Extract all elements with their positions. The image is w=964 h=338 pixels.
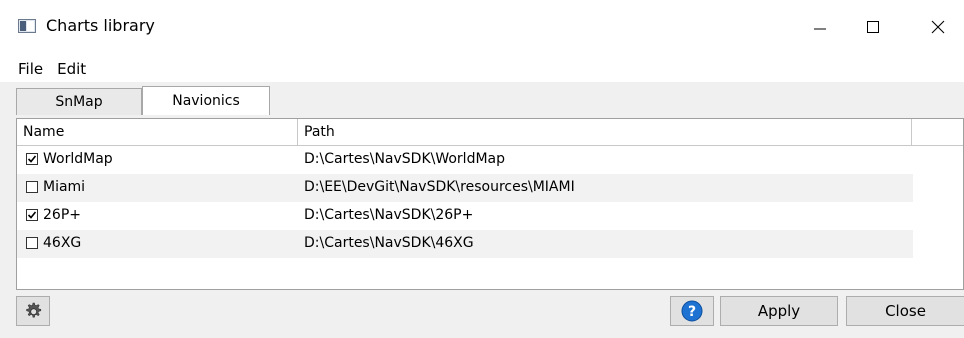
gear-icon (26, 302, 42, 318)
row-checkbox[interactable] (26, 181, 38, 193)
close-icon (931, 20, 945, 34)
checkmark-icon (27, 155, 37, 163)
row-name: 26P+ (43, 207, 81, 223)
row-path: D:\Cartes\NavSDK\46XG (304, 235, 474, 251)
tab-snmap[interactable]: SnMap (16, 88, 142, 115)
row-checkbox[interactable] (26, 153, 38, 165)
table-header: Name Path (17, 119, 963, 146)
main-panel: SnMap Navionics Name Path WorldMap D:\Ca… (0, 82, 964, 338)
menu-file[interactable]: File (12, 60, 49, 78)
window-title: Charts library (46, 16, 155, 35)
apply-button[interactable]: Apply (720, 296, 838, 326)
settings-button[interactable] (16, 296, 50, 326)
app-window-icon (18, 19, 36, 33)
svg-text:?: ? (688, 304, 696, 320)
column-header-extra[interactable] (912, 119, 963, 145)
row-path: D:\Cartes\NavSDK\WorldMap (304, 151, 506, 167)
row-name: Miami (43, 179, 86, 195)
row-path: D:\Cartes\NavSDK\26P+ (304, 207, 474, 223)
row-name: 46XG (43, 235, 82, 251)
maximize-icon (867, 21, 879, 33)
column-header-path[interactable]: Path (298, 119, 912, 145)
help-button[interactable]: ? (670, 296, 714, 326)
tab-navionics[interactable]: Navionics (142, 86, 270, 115)
close-button[interactable]: Close (846, 296, 964, 326)
table-row[interactable]: 26P+ D:\Cartes\NavSDK\26P+ (17, 202, 913, 230)
row-name: WorldMap (43, 151, 113, 167)
table-row[interactable]: Miami D:\EE\DevGit\NavSDK\resources\MIAM… (17, 174, 913, 202)
row-checkbox[interactable] (26, 209, 38, 221)
menu-bar: File Edit (0, 56, 964, 82)
column-header-name[interactable]: Name (17, 119, 298, 145)
row-checkbox[interactable] (26, 237, 38, 249)
minimize-icon (814, 28, 826, 30)
close-window-button[interactable] (918, 10, 958, 44)
charts-table: Name Path WorldMap D:\Cartes\NavSDK\Worl… (16, 118, 964, 290)
table-row[interactable]: 46XG D:\Cartes\NavSDK\46XG (17, 230, 913, 258)
table-row[interactable]: WorldMap D:\Cartes\NavSDK\WorldMap (17, 146, 913, 174)
checkmark-icon (27, 211, 37, 219)
title-bar: Charts library (0, 0, 964, 56)
menu-edit[interactable]: Edit (51, 60, 92, 78)
maximize-button[interactable] (853, 10, 893, 44)
help-icon: ? (681, 300, 703, 322)
row-path: D:\EE\DevGit\NavSDK\resources\MIAMI (304, 179, 575, 195)
minimize-button[interactable] (800, 10, 840, 44)
tab-bar: SnMap Navionics (16, 86, 270, 116)
